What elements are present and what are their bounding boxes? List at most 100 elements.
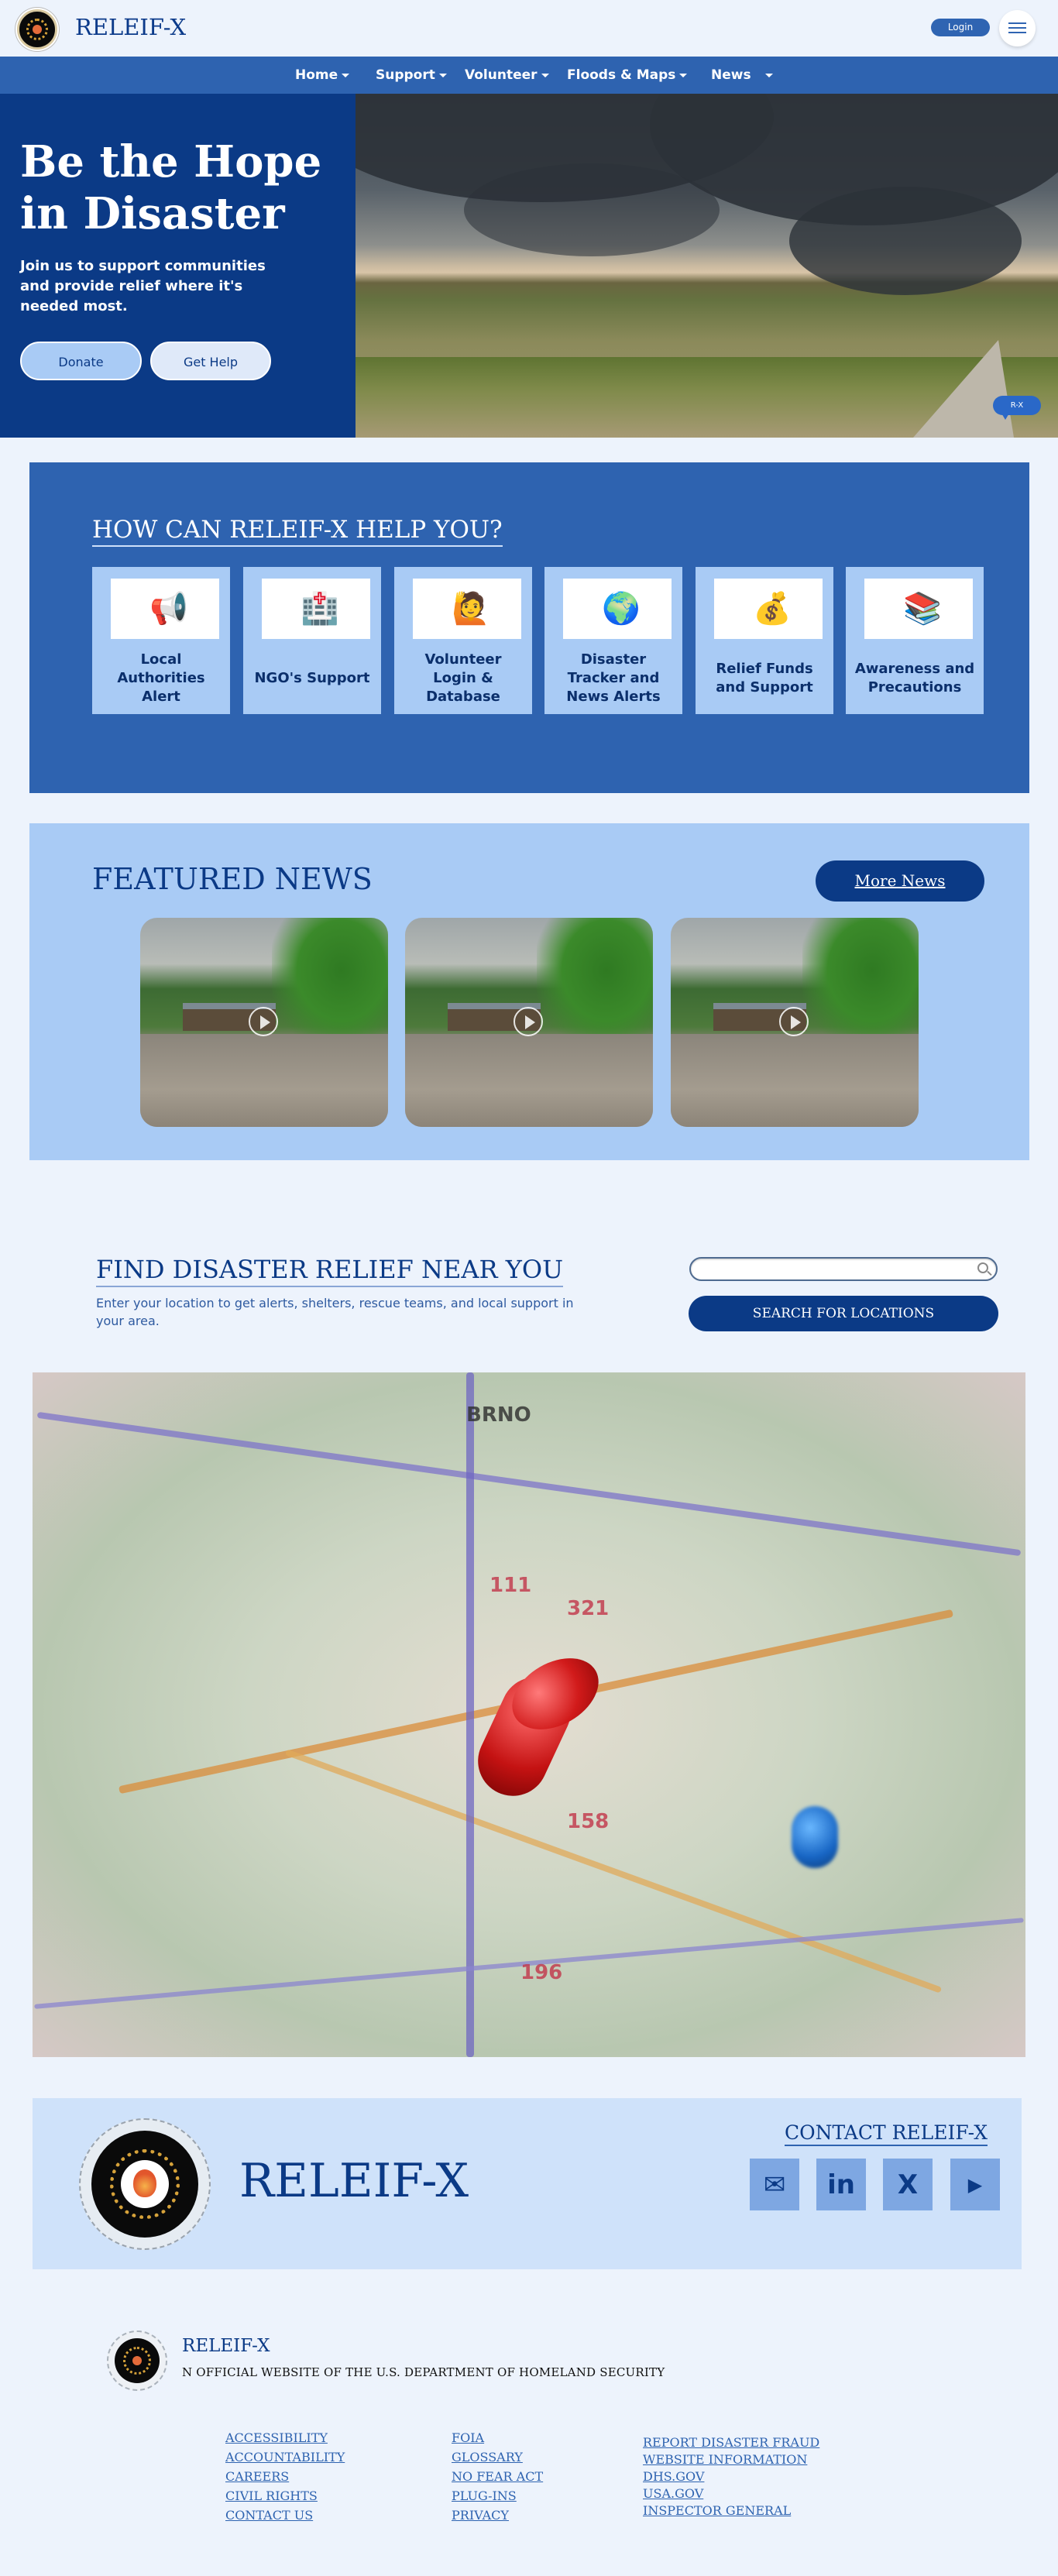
- nav-news-label: News: [711, 67, 751, 83]
- find-relief-title: FIND DISASTER RELIEF NEAR YOU: [96, 1255, 564, 1287]
- footer-link[interactable]: NO FEAR ACT: [452, 2467, 543, 2486]
- map-label: 196: [520, 1961, 563, 1984]
- footer-link[interactable]: DHS.GOV: [643, 2468, 819, 2485]
- map-label: 321: [567, 1597, 610, 1620]
- nav-news[interactable]: News: [711, 67, 773, 83]
- news-video-card[interactable]: [405, 918, 653, 1127]
- help-card-awareness[interactable]: 📚 Awareness and Precautions: [846, 567, 984, 714]
- contact-brand-name: RELEIF-X: [239, 2154, 469, 2208]
- news-video-card[interactable]: [671, 918, 919, 1127]
- get-help-button[interactable]: Get Help: [150, 342, 271, 380]
- help-card-label: Relief Funds and Support: [716, 661, 813, 696]
- megaphone-icon: 📢: [149, 591, 188, 627]
- help-section: HOW CAN RELEIF-X HELP YOU? 📢 Local Autho…: [29, 462, 1029, 793]
- mail-icon: ✉: [763, 2169, 786, 2200]
- footer-link[interactable]: INSPECTOR GENERAL: [643, 2502, 819, 2519]
- help-card-label: NGO's Support: [254, 670, 370, 686]
- play-icon[interactable]: [249, 1007, 278, 1036]
- footer-link[interactable]: ACCESSIBILITY: [225, 2428, 345, 2447]
- play-icon[interactable]: [779, 1007, 809, 1036]
- linkedin-link[interactable]: in: [816, 2159, 866, 2210]
- person-raising-hand-icon: 🙋: [452, 591, 490, 627]
- footer-link[interactable]: FOIA: [452, 2428, 543, 2447]
- map-label: BRNO: [466, 1403, 531, 1427]
- relief-map-image[interactable]: BRNO 111 321 196 158: [33, 1372, 1025, 2057]
- featured-news-title: FEATURED NEWS: [92, 862, 373, 896]
- donate-button[interactable]: Donate: [20, 342, 142, 380]
- releif-x-seal-logo: [79, 2118, 211, 2250]
- globe-icon: 🌍: [602, 591, 641, 627]
- location-search-field[interactable]: [689, 1257, 998, 1281]
- chevron-down-icon: [541, 73, 549, 77]
- releif-x-logo[interactable]: [17, 9, 57, 50]
- chevron-down-icon: [438, 73, 447, 77]
- news-video-card[interactable]: [140, 918, 388, 1127]
- nav-floods-maps[interactable]: Floods & Maps: [567, 67, 688, 83]
- footer-link[interactable]: REPORT DISASTER FRAUD: [643, 2434, 819, 2451]
- chevron-down-icon: [679, 73, 688, 77]
- hero-subtitle: Join us to support communities and provi…: [20, 258, 266, 314]
- x-icon: X: [897, 2169, 919, 2200]
- footer-logo: [107, 2330, 167, 2391]
- nav-floods-maps-label: Floods & Maps: [567, 67, 676, 83]
- chat-bubble-button[interactable]: R-X: [993, 396, 1041, 420]
- money-bag-icon: 💰: [753, 591, 792, 627]
- map-label: 158: [567, 1810, 610, 1833]
- help-card-volunteer-login[interactable]: 🙋 Volunteer Login & Database: [394, 567, 532, 714]
- help-card-label: Local Authorities Alert: [117, 651, 205, 705]
- hero-title: Be the Hope in Disaster: [20, 136, 322, 239]
- x-link[interactable]: X: [883, 2159, 933, 2210]
- location-search-input[interactable]: [702, 1262, 965, 1277]
- footer-link[interactable]: ACCOUNTABILITY: [225, 2447, 345, 2467]
- linkedin-icon: in: [827, 2169, 855, 2200]
- main-nav: Home Support Volunteer Floods & Maps New…: [0, 57, 1058, 94]
- footer-link[interactable]: CAREERS: [225, 2467, 345, 2486]
- youtube-link[interactable]: ▶: [950, 2159, 1000, 2210]
- help-card-disaster-tracker[interactable]: 🌍 Disaster Tracker and News Alerts: [544, 567, 682, 714]
- storm-hero-image: [356, 94, 1058, 438]
- help-title: HOW CAN RELEIF-X HELP YOU?: [92, 516, 503, 547]
- nav-volunteer-label: Volunteer: [465, 67, 538, 83]
- chevron-down-icon: [342, 73, 350, 77]
- search-icon[interactable]: [977, 1262, 988, 1273]
- hamburger-menu-icon[interactable]: [999, 10, 1036, 46]
- help-card-label: Volunteer Login & Database: [424, 651, 502, 705]
- help-card-local-authorities[interactable]: 📢 Local Authorities Alert: [92, 567, 230, 714]
- footer-link[interactable]: PRIVACY: [452, 2506, 543, 2525]
- map-label: 111: [489, 1574, 532, 1597]
- featured-news-section: FEATURED NEWS More News: [29, 823, 1029, 1160]
- footer-link[interactable]: GLOSSARY: [452, 2447, 543, 2467]
- hospital-icon: 🏥: [301, 591, 339, 627]
- find-relief-subtitle: Enter your location to get alerts, shelt…: [96, 1296, 574, 1328]
- nav-support-label: Support: [376, 67, 435, 83]
- nav-volunteer[interactable]: Volunteer: [465, 67, 549, 83]
- footer-link[interactable]: PLUG-INS: [452, 2486, 543, 2506]
- nav-support[interactable]: Support: [376, 67, 447, 83]
- more-news-button[interactable]: More News: [816, 860, 984, 902]
- mail-link[interactable]: ✉: [750, 2159, 799, 2210]
- blue-map-pin-icon: [792, 1806, 838, 1868]
- contact-title: CONTACT RELEIF-X: [785, 2121, 988, 2146]
- login-button[interactable]: Login: [931, 19, 990, 36]
- youtube-icon: ▶: [967, 2173, 983, 2196]
- chevron-down-icon: [764, 73, 773, 77]
- footer-brand-name: RELEIF-X: [182, 2336, 270, 2356]
- footer-links-column-1: ACCESSIBILITY ACCOUNTABILITY CAREERS CIV…: [225, 2428, 345, 2525]
- footer-official-statement: N OFFICIAL WEBSITE OF THE U.S. DEPARTMEN…: [182, 2365, 665, 2379]
- play-icon[interactable]: [514, 1007, 543, 1036]
- nav-home-label: Home: [295, 67, 338, 83]
- footer-link[interactable]: CONTACT US: [225, 2506, 345, 2525]
- search-locations-button[interactable]: SEARCH FOR LOCATIONS: [689, 1296, 998, 1331]
- help-card-ngo-support[interactable]: 🏥 NGO's Support: [243, 567, 381, 714]
- brand-name[interactable]: RELEIF-X: [75, 14, 186, 40]
- contact-section: RELEIF-X CONTACT RELEIF-X ✉ in X ▶: [33, 2098, 1022, 2269]
- help-card-relief-funds[interactable]: 💰 Relief Funds and Support: [696, 567, 833, 714]
- footer-links-column-3: REPORT DISASTER FRAUD WEBSITE INFORMATIO…: [643, 2434, 819, 2519]
- footer-link[interactable]: WEBSITE INFORMATION: [643, 2451, 819, 2468]
- footer-link[interactable]: USA.GOV: [643, 2485, 819, 2502]
- help-card-label: Disaster Tracker and News Alerts: [566, 651, 661, 705]
- footer-link[interactable]: CIVIL RIGHTS: [225, 2486, 345, 2506]
- footer-links-column-2: FOIA GLOSSARY NO FEAR ACT PLUG-INS PRIVA…: [452, 2428, 543, 2525]
- books-icon: 📚: [903, 591, 942, 627]
- nav-home[interactable]: Home: [295, 67, 350, 83]
